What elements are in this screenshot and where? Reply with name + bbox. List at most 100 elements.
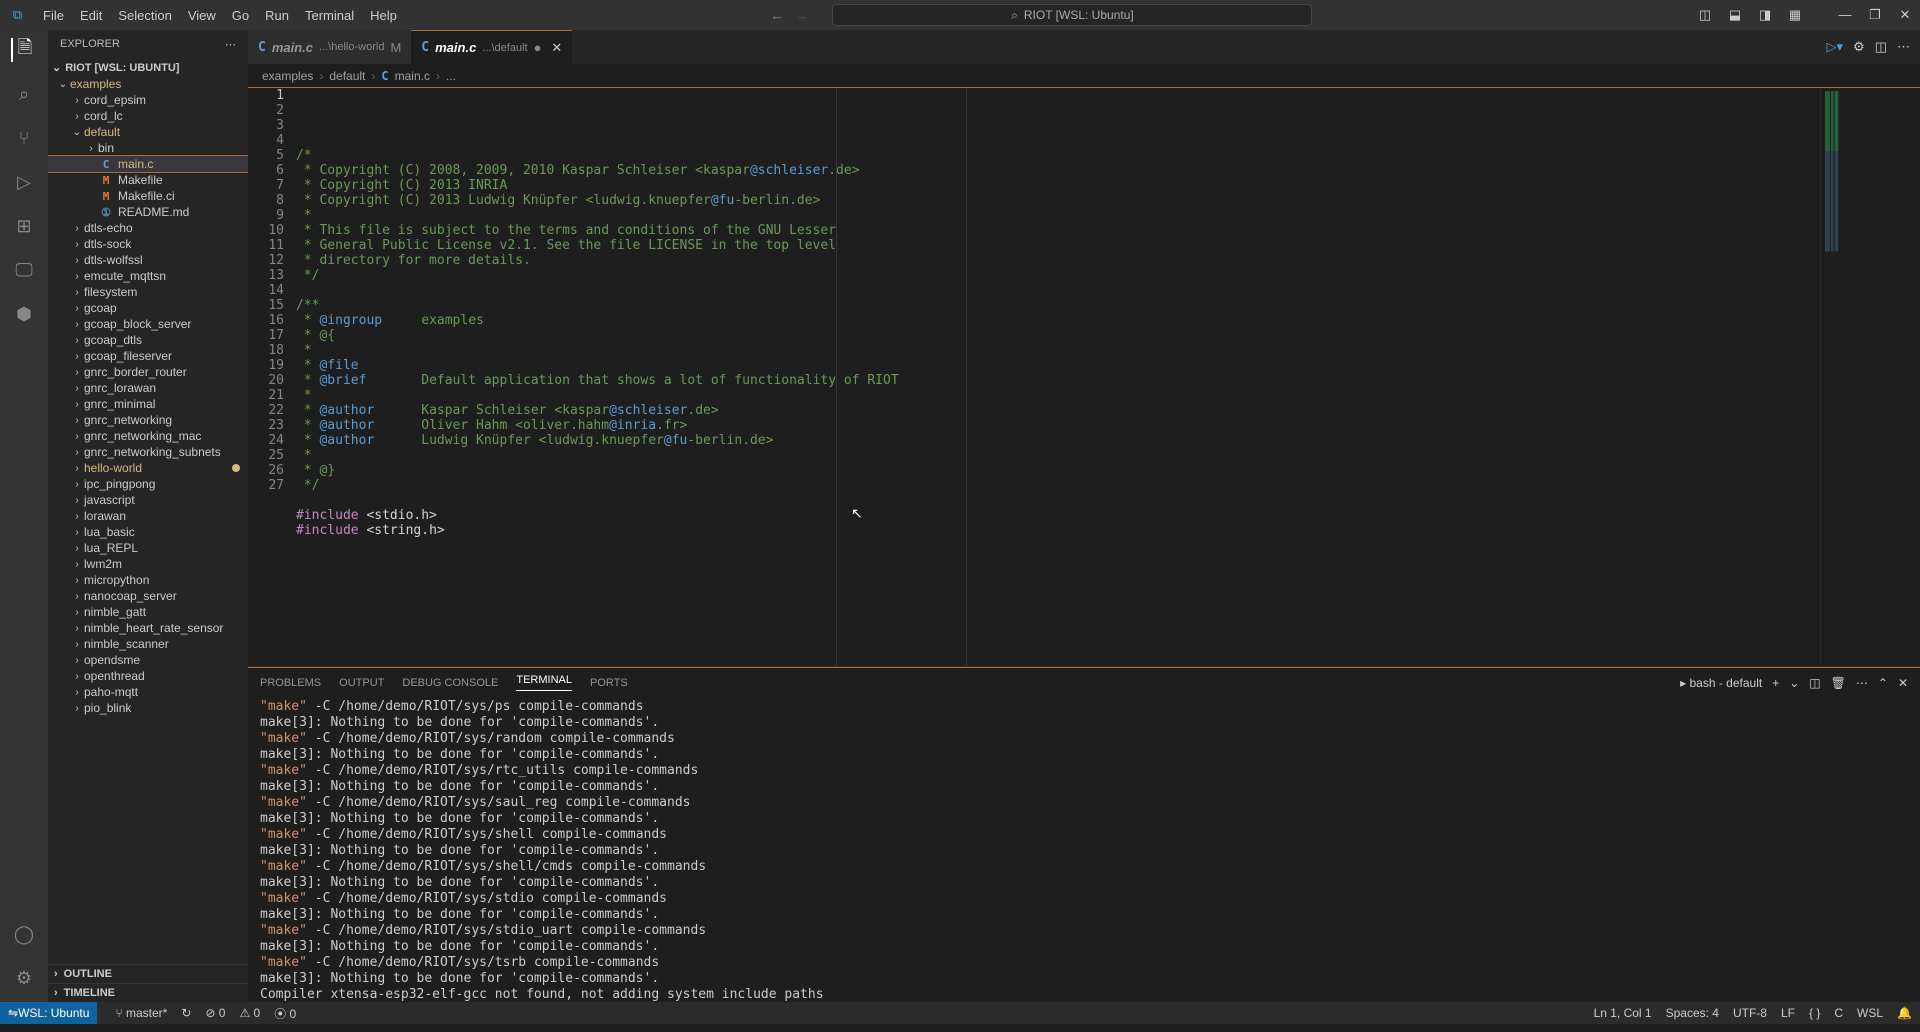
wsl-status[interactable]: WSL — [1857, 1006, 1883, 1020]
terminal-dropdown-icon[interactable]: ⌄ — [1789, 676, 1799, 690]
sidebar-more-icon[interactable]: ⋯ — [225, 38, 236, 51]
close-panel-icon[interactable]: ✕ — [1898, 676, 1908, 690]
nav-back-icon[interactable]: ← — [770, 8, 783, 23]
folder-lwm2m[interactable]: ›lwm2m — [48, 556, 248, 572]
folder-gnrc_networking_mac[interactable]: ›gnrc_networking_mac — [48, 428, 248, 444]
folder-gcoap_dtls[interactable]: ›gcoap_dtls — [48, 332, 248, 348]
folder-nimble_heart_rate_sensor[interactable]: ›nimble_heart_rate_sensor — [48, 620, 248, 636]
language-mode[interactable]: C — [1834, 1006, 1843, 1020]
menu-help[interactable]: Help — [362, 8, 405, 23]
minimize-icon[interactable]: ― — [1830, 7, 1860, 23]
breadcrumb-item[interactable]: main.c — [395, 69, 430, 83]
folder-filesystem[interactable]: ›filesystem — [48, 284, 248, 300]
terminal[interactable]: "make" -C /home/demo/RIOT/sys/ps compile… — [248, 697, 1920, 1002]
menu-selection[interactable]: Selection — [110, 8, 179, 23]
remote-explorer-icon[interactable]: 🖵 — [12, 258, 36, 282]
split-terminal-icon[interactable]: ◫ — [1809, 676, 1820, 690]
folder-dtls-sock[interactable]: ›dtls-sock — [48, 236, 248, 252]
run-icon[interactable]: ▷▾ — [1827, 39, 1844, 55]
folder-examples[interactable]: ⌄examples — [48, 76, 248, 92]
split-icon[interactable]: ◫ — [1875, 39, 1887, 55]
menu-file[interactable]: File — [35, 8, 72, 23]
folder-gcoap_fileserver[interactable]: ›gcoap_fileserver — [48, 348, 248, 364]
folder-nanocoap_server[interactable]: ›nanocoap_server — [48, 588, 248, 604]
explorer-icon[interactable]: 🗎 — [11, 38, 35, 62]
breadcrumb[interactable]: examples›default›Cmain.c›... — [248, 65, 1920, 87]
encoding[interactable]: UTF-8 — [1733, 1006, 1767, 1020]
layout-left-icon[interactable]: ◫ — [1690, 7, 1720, 23]
menu-run[interactable]: Run — [257, 8, 297, 23]
ports-status[interactable]: ⦿ 0 — [274, 1005, 296, 1022]
minimap[interactable]: ████ ██ ███████ ██ ███████ ██ ███████ ██… — [1820, 88, 1920, 666]
git-branch[interactable]: ⑂ master* — [115, 1006, 167, 1020]
eol[interactable]: LF — [1781, 1006, 1795, 1020]
folder-default[interactable]: ⌄default — [48, 124, 248, 140]
sync-icon[interactable]: ↻ — [181, 1006, 191, 1020]
layout-bottom-icon[interactable]: ⬓ — [1720, 7, 1750, 23]
folder-gnrc_lorawan[interactable]: ›gnrc_lorawan — [48, 380, 248, 396]
close-tab-icon[interactable]: ✕ — [551, 40, 562, 56]
folder-javascript[interactable]: ›javascript — [48, 492, 248, 508]
command-center[interactable]: ⌕ RIOT [WSL: Ubuntu] — [832, 4, 1312, 26]
panel-tab-output[interactable]: OUTPUT — [339, 677, 384, 689]
run-debug-icon[interactable]: ▷ — [12, 170, 36, 194]
file-main.c[interactable]: Cmain.c — [48, 156, 248, 172]
folder-hello-world[interactable]: ›hello-world — [48, 460, 248, 476]
folder-pio_blink[interactable]: ›pio_blink — [48, 700, 248, 716]
riot-icon[interactable]: ⬢ — [12, 302, 36, 326]
breadcrumb-item[interactable]: examples — [262, 69, 313, 83]
layout-right-icon[interactable]: ◨ — [1750, 7, 1780, 23]
folder-dtls-echo[interactable]: ›dtls-echo — [48, 220, 248, 236]
problems-errors[interactable]: ⊘ 0 — [205, 1006, 225, 1020]
braces[interactable]: { } — [1809, 1006, 1820, 1020]
close-window-icon[interactable]: ✕ — [1890, 7, 1920, 23]
folder-micropython[interactable]: ›micropython — [48, 572, 248, 588]
folder-lua_REPL[interactable]: ›lua_REPL — [48, 540, 248, 556]
settings-icon[interactable]: ⚙ — [1853, 39, 1865, 55]
folder-gcoap_block_server[interactable]: ›gcoap_block_server — [48, 316, 248, 332]
folder-nimble_gatt[interactable]: ›nimble_gatt — [48, 604, 248, 620]
layout-grid-icon[interactable]: ▦ — [1780, 7, 1810, 23]
settings-gear-icon[interactable]: ⚙ — [12, 966, 36, 990]
extensions-icon[interactable]: ⊞ — [12, 214, 36, 238]
maximize-panel-icon[interactable]: ⌃ — [1878, 676, 1888, 690]
panel-tab-ports[interactable]: PORTS — [590, 677, 628, 689]
menu-terminal[interactable]: Terminal — [297, 8, 362, 23]
folder-dtls-wolfssl[interactable]: ›dtls-wolfssl — [48, 252, 248, 268]
breadcrumb-item[interactable]: ... — [446, 69, 456, 83]
folder-cord_epsim[interactable]: ›cord_epsim — [48, 92, 248, 108]
folder-lua_basic[interactable]: ›lua_basic — [48, 524, 248, 540]
code-editor[interactable]: 1234567891011121314151617181920212223242… — [248, 87, 1920, 666]
remote-indicator[interactable]: ⇋ WSL: Ubuntu — [0, 1002, 97, 1024]
folder-paho-mqtt[interactable]: ›paho-mqtt — [48, 684, 248, 700]
outline-section[interactable]: › OUTLINE — [48, 964, 248, 983]
editor-tab[interactable]: Cmain.c ...\default ●✕ — [411, 30, 572, 64]
code-lines[interactable]: /* * Copyright (C) 2008, 2009, 2010 Kasp… — [296, 88, 1820, 666]
panel-tab-terminal[interactable]: TERMINAL — [516, 674, 572, 691]
timeline-section[interactable]: › TIMELINE — [48, 983, 248, 1002]
folder-gnrc_networking_subnets[interactable]: ›gnrc_networking_subnets — [48, 444, 248, 460]
panel-tab-problems[interactable]: PROBLEMS — [260, 677, 321, 689]
panel-tab-debug-console[interactable]: DEBUG CONSOLE — [402, 677, 498, 689]
problems-warnings[interactable]: ⚠ 0 — [239, 1006, 260, 1020]
cursor-position[interactable]: Ln 1, Col 1 — [1594, 1006, 1652, 1020]
folder-opendsme[interactable]: ›opendsme — [48, 652, 248, 668]
breadcrumb-item[interactable]: default — [329, 69, 365, 83]
folder-lorawan[interactable]: ›lorawan — [48, 508, 248, 524]
folder-gcoap[interactable]: ›gcoap — [48, 300, 248, 316]
folder-nimble_scanner[interactable]: ›nimble_scanner — [48, 636, 248, 652]
folder-gnrc_border_router[interactable]: ›gnrc_border_router — [48, 364, 248, 380]
search-icon[interactable]: ⌕ — [12, 82, 36, 106]
more-icon[interactable]: ⋯ — [1897, 39, 1910, 55]
account-icon[interactable]: ◯ — [12, 922, 36, 946]
folder-emcute_mqttsn[interactable]: ›emcute_mqttsn — [48, 268, 248, 284]
notifications-icon[interactable]: 🔔 — [1897, 1006, 1912, 1020]
terminal-shell[interactable]: ▸ bash - default — [1680, 676, 1762, 690]
folder-openthread[interactable]: ›openthread — [48, 668, 248, 684]
source-control-icon[interactable]: ⑂ — [12, 126, 36, 150]
nav-forward-icon[interactable]: → — [795, 8, 808, 23]
new-terminal-icon[interactable]: + — [1772, 676, 1779, 690]
workspace-root[interactable]: ⌄ RIOT [WSL: UBUNTU] — [48, 59, 248, 76]
menu-edit[interactable]: Edit — [72, 8, 110, 23]
file-Makefile[interactable]: MMakefile — [48, 172, 248, 188]
